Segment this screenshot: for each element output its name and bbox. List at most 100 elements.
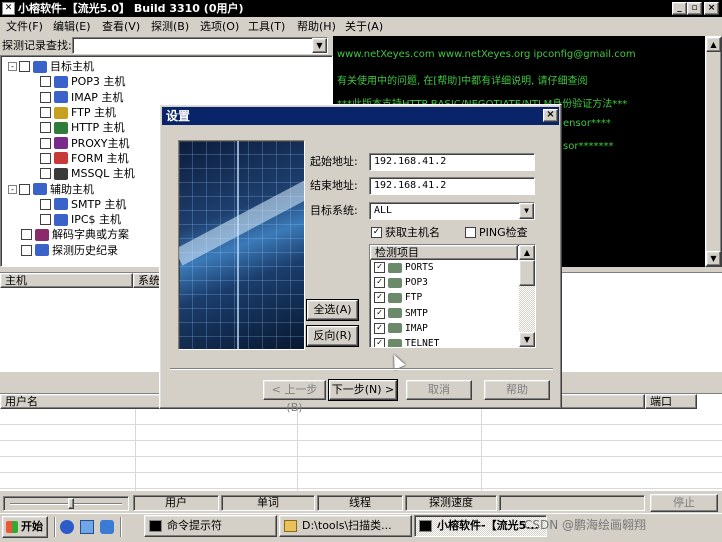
tree-checkbox[interactable] xyxy=(40,168,51,180)
search-input[interactable]: ▼ xyxy=(72,37,328,54)
target-system-label: 目标系统: xyxy=(310,204,358,217)
probe-item[interactable]: ✓ FTP xyxy=(370,290,535,305)
task-label: 命令提示符 xyxy=(167,519,222,532)
settings-dialog: 设置 × 起始地址: 192.168.41.2 结束地址: 192.168.41… xyxy=(159,104,562,414)
tree-checkbox[interactable] xyxy=(40,198,51,210)
tree-checkbox[interactable] xyxy=(19,183,30,195)
probe-item-checkbox[interactable]: ✓ xyxy=(374,338,385,347)
start-address-input[interactable]: 192.168.41.2 xyxy=(369,153,535,171)
proxy-icon xyxy=(54,137,68,150)
col-header-port[interactable]: 端口 xyxy=(645,394,697,409)
tree-expander-icon[interactable]: - xyxy=(8,62,17,72)
scroll-up-icon[interactable]: ▲ xyxy=(706,37,721,52)
http-icon xyxy=(54,121,68,134)
probe-item-checkbox[interactable]: ✓ xyxy=(374,307,385,319)
tree-item[interactable]: POP3 主机 xyxy=(4,74,332,89)
probe-item-checkbox[interactable]: ✓ xyxy=(374,262,385,274)
menu-about[interactable]: 关于(A) xyxy=(341,17,387,36)
scroll-thumb[interactable] xyxy=(519,260,535,286)
end-address-input[interactable]: 192.168.41.2 xyxy=(369,177,535,195)
tree-checkbox[interactable] xyxy=(40,122,51,134)
desktop-icon[interactable] xyxy=(80,520,94,534)
quicklaunch-icon[interactable] xyxy=(100,520,114,534)
minimize-icon[interactable]: _ xyxy=(672,2,687,15)
restore-icon[interactable]: ▫ xyxy=(687,2,702,15)
tree-checkbox[interactable] xyxy=(40,214,51,226)
dialog-close-icon[interactable]: × xyxy=(543,109,558,122)
light-line xyxy=(237,141,239,349)
task-explorer[interactable]: D:\tools\扫描类... xyxy=(279,515,412,537)
tree-expander-icon[interactable]: - xyxy=(8,184,17,194)
stop-button[interactable]: 停止 xyxy=(650,494,718,512)
menu-probe[interactable]: 探测(B) xyxy=(147,17,193,36)
invert-button[interactable]: 反向(R) xyxy=(306,325,359,347)
close-icon[interactable]: × xyxy=(704,2,719,15)
probe-item-label: SMTP xyxy=(405,307,428,319)
prev-button[interactable]: < 上一步(B) xyxy=(263,380,326,414)
speed-slider[interactable] xyxy=(3,496,129,511)
tree-checkbox[interactable] xyxy=(40,152,51,164)
tree-item[interactable]: - 目标主机 xyxy=(4,59,332,74)
history-icon xyxy=(35,244,49,257)
tree-checkbox[interactable] xyxy=(40,107,51,119)
cancel-button[interactable]: 取消 xyxy=(406,380,472,400)
probe-items-list[interactable]: 检测项目 ✓ PORTS ✓ POP3 ✓ FTP ✓ SMTP ✓ IMAP ✓ TELNET ▲ … xyxy=(369,244,536,348)
status-progress xyxy=(499,495,645,511)
scroll-up-icon[interactable]: ▲ xyxy=(519,245,535,260)
list-scrollbar[interactable]: ▲ ▼ xyxy=(519,245,535,347)
col-header-host[interactable]: 主机 xyxy=(0,273,133,288)
start-button[interactable]: 开始 xyxy=(2,516,48,538)
probe-item[interactable]: ✓ SMTP xyxy=(370,306,535,321)
menu-edit[interactable]: 编辑(E) xyxy=(49,17,95,36)
menu-file[interactable]: 文件(F) xyxy=(2,17,47,36)
select-all-button[interactable]: 全选(A) xyxy=(306,299,359,321)
menu-help[interactable]: 帮助(H) xyxy=(293,17,340,36)
ping-checkbox[interactable] xyxy=(465,226,476,238)
folder-icon xyxy=(284,520,297,532)
tree-checkbox[interactable] xyxy=(21,244,32,256)
probe-item-icon xyxy=(388,277,402,288)
cmd-icon xyxy=(149,520,162,532)
probe-item[interactable]: ✓ IMAP xyxy=(370,321,535,336)
start-address-label: 起始地址: xyxy=(310,155,358,168)
menu-view[interactable]: 查看(V) xyxy=(98,17,144,36)
task-label: D:\tools\扫描类... xyxy=(302,519,392,532)
ping-checkbox-row[interactable]: PING检查 xyxy=(465,224,528,240)
slider-thumb[interactable] xyxy=(68,498,75,509)
gethost-checkbox[interactable]: ✓ xyxy=(371,226,382,238)
probe-item[interactable]: ✓ PORTS xyxy=(370,260,535,275)
task-cmd[interactable]: 命令提示符 xyxy=(144,515,277,537)
probe-item-checkbox[interactable]: ✓ xyxy=(374,277,385,289)
tree-checkbox[interactable] xyxy=(19,61,30,73)
log-scrollbar[interactable]: ▲ ▼ xyxy=(705,36,722,267)
target-system-select[interactable]: ALL ▼ xyxy=(369,202,535,220)
tree-item-label: 探测历史纪录 xyxy=(52,243,118,257)
app-icon[interactable]: ✕ xyxy=(2,2,15,15)
next-button[interactable]: 下一步(N) > xyxy=(328,379,398,401)
tree-checkbox[interactable] xyxy=(21,229,32,241)
menu-tools[interactable]: 工具(T) xyxy=(244,17,289,36)
tree-item[interactable]: IMAP 主机 xyxy=(4,90,332,105)
tree-checkbox[interactable] xyxy=(40,91,51,103)
ie-icon[interactable] xyxy=(60,520,74,534)
probe-item[interactable]: ✓ POP3 xyxy=(370,275,535,290)
probe-item[interactable]: ✓ TELNET xyxy=(370,336,535,347)
taskbar-separator xyxy=(54,517,56,537)
taskbar-separator xyxy=(120,517,122,537)
menu-options[interactable]: 选项(O) xyxy=(196,17,243,36)
help-button[interactable]: 帮助 xyxy=(484,380,550,400)
gethost-checkbox-row[interactable]: ✓ 获取主机名 xyxy=(371,224,440,240)
chevron-down-icon[interactable]: ▼ xyxy=(519,203,534,219)
chevron-down-icon[interactable]: ▼ xyxy=(312,38,327,53)
probe-item-checkbox[interactable]: ✓ xyxy=(374,292,385,304)
tree-item-label: PROXY主机 xyxy=(71,136,130,150)
window-titlebar[interactable]: 小榕软件-【流光5.0】 Build 3310 (0用户) xyxy=(0,0,722,17)
tree-checkbox[interactable] xyxy=(40,137,51,149)
mssql-icon xyxy=(54,167,68,180)
scroll-down-icon[interactable]: ▼ xyxy=(519,332,535,347)
fluxay-icon xyxy=(419,520,432,532)
scroll-down-icon[interactable]: ▼ xyxy=(706,251,721,266)
probe-item-checkbox[interactable]: ✓ xyxy=(374,322,385,334)
tree-checkbox[interactable] xyxy=(40,76,51,88)
log-line: www.netXeyes.com www.netXeyes.org ipconf… xyxy=(337,49,636,60)
